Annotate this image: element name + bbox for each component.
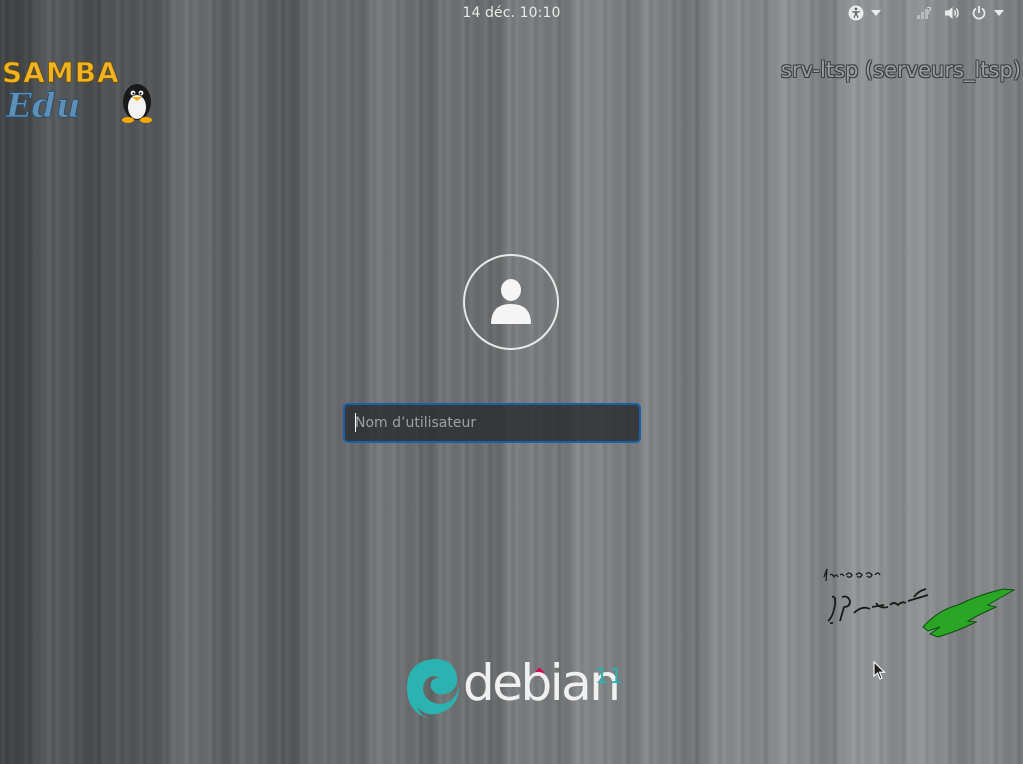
samba-logo-subtext: Edu bbox=[5, 86, 80, 126]
text-caret bbox=[355, 413, 356, 432]
sambaedu-logo: SAMBA Edu bbox=[2, 55, 162, 127]
volume-icon bbox=[944, 5, 962, 21]
accessibility-icon bbox=[848, 5, 864, 21]
svg-text:?: ? bbox=[927, 6, 932, 17]
system-menu[interactable]: ? bbox=[914, 5, 1004, 21]
host-label: srv-ltsp (serveurs_ltsp) bbox=[781, 58, 1021, 82]
debian-swirl-icon bbox=[407, 658, 459, 720]
chevron-down-icon bbox=[871, 10, 881, 16]
lycee-signature-logo bbox=[818, 565, 1018, 645]
signature-image bbox=[823, 568, 1016, 638]
power-icon bbox=[971, 5, 987, 21]
tux-icon bbox=[122, 84, 152, 123]
debian-version: 11 bbox=[595, 664, 624, 688]
network-icon: ? bbox=[914, 5, 934, 21]
user-icon bbox=[491, 279, 531, 324]
samba-logo-text: SAMBA bbox=[2, 56, 120, 89]
username-input[interactable] bbox=[343, 403, 641, 443]
chevron-down-icon bbox=[994, 10, 1004, 16]
mouse-cursor-icon bbox=[873, 660, 887, 681]
debian-logo: debian 11 bbox=[403, 654, 623, 724]
login-screen: 14 déc. 10:10 ? SAMBA Edu srv-ltsp (serv… bbox=[0, 0, 1023, 764]
user-avatar bbox=[463, 254, 559, 350]
top-bar: 14 déc. 10:10 ? bbox=[0, 0, 1023, 26]
accessibility-menu[interactable] bbox=[848, 5, 881, 21]
